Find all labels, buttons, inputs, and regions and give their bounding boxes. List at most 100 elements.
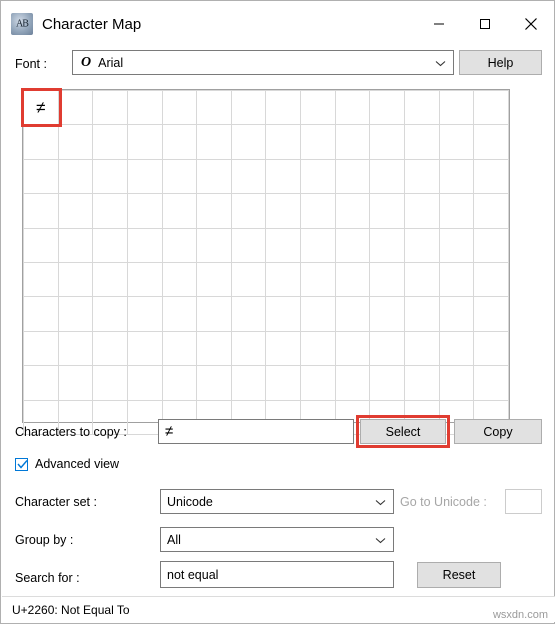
reset-button[interactable]: Reset xyxy=(417,562,501,588)
grid-cell[interactable] xyxy=(438,193,475,229)
grid-cell[interactable] xyxy=(57,89,94,126)
grid-cell[interactable] xyxy=(473,227,509,263)
group-by-combobox[interactable]: All xyxy=(160,527,394,552)
grid-cell[interactable] xyxy=(265,261,302,298)
select-button[interactable]: Select xyxy=(360,419,446,444)
grid-cell[interactable] xyxy=(230,158,267,195)
grid-cell[interactable] xyxy=(57,330,94,367)
grid-cell[interactable] xyxy=(369,261,406,298)
character-grid[interactable]: ≠ xyxy=(22,89,510,435)
grid-cell[interactable] xyxy=(196,296,232,332)
grid-cell[interactable] xyxy=(230,365,267,401)
grid-cell[interactable] xyxy=(126,365,163,401)
grid-cell[interactable] xyxy=(23,158,59,195)
grid-cell[interactable] xyxy=(438,365,475,401)
grid-cell[interactable] xyxy=(57,158,94,195)
grid-cell[interactable] xyxy=(23,261,59,298)
grid-cell[interactable] xyxy=(404,296,440,332)
grid-cell[interactable] xyxy=(23,365,59,401)
grid-cell[interactable] xyxy=(196,193,232,229)
character-set-combobox[interactable]: Unicode xyxy=(160,489,394,514)
grid-cell[interactable] xyxy=(473,261,509,298)
grid-cell[interactable] xyxy=(126,158,163,195)
grid-cell[interactable] xyxy=(369,227,406,263)
grid-cell[interactable] xyxy=(196,227,232,263)
grid-cell[interactable] xyxy=(196,124,232,160)
grid-cell[interactable] xyxy=(404,193,440,229)
grid-cell[interactable] xyxy=(161,193,198,229)
grid-cell[interactable] xyxy=(126,296,163,332)
grid-cell[interactable] xyxy=(92,124,128,160)
advanced-view-checkbox[interactable] xyxy=(15,457,28,471)
grid-cell[interactable] xyxy=(404,365,440,401)
grid-cell[interactable] xyxy=(161,89,198,126)
grid-cell[interactable] xyxy=(161,124,198,160)
copy-button[interactable]: Copy xyxy=(454,419,542,444)
grid-cell[interactable] xyxy=(23,193,59,229)
grid-cell[interactable] xyxy=(473,124,509,160)
grid-cell[interactable] xyxy=(126,399,163,435)
grid-cell[interactable] xyxy=(334,89,371,126)
grid-cell[interactable] xyxy=(369,365,406,401)
grid-cell[interactable] xyxy=(23,296,59,332)
minimize-icon[interactable] xyxy=(416,1,462,47)
grid-cell[interactable] xyxy=(126,124,163,160)
grid-cell[interactable] xyxy=(230,227,267,263)
grid-cell[interactable] xyxy=(334,193,371,229)
grid-cell[interactable] xyxy=(369,89,406,126)
grid-cell[interactable] xyxy=(126,330,163,367)
help-button[interactable]: Help xyxy=(459,50,542,75)
grid-cell[interactable] xyxy=(334,158,371,195)
characters-to-copy-input[interactable]: ≠ xyxy=(158,419,354,444)
grid-cell[interactable] xyxy=(369,193,406,229)
grid-cell[interactable] xyxy=(57,124,94,160)
grid-cell[interactable] xyxy=(300,296,336,332)
grid-cell[interactable] xyxy=(404,330,440,367)
grid-cell[interactable] xyxy=(92,158,128,195)
grid-cell[interactable] xyxy=(161,330,198,367)
grid-cell[interactable] xyxy=(57,261,94,298)
grid-cell[interactable] xyxy=(369,296,406,332)
grid-cell[interactable] xyxy=(57,193,94,229)
grid-cell[interactable] xyxy=(161,261,198,298)
maximize-icon[interactable] xyxy=(462,1,508,47)
grid-cell[interactable] xyxy=(438,124,475,160)
grid-cell[interactable] xyxy=(438,296,475,332)
grid-cell[interactable] xyxy=(300,261,336,298)
grid-cell[interactable] xyxy=(473,158,509,195)
grid-cell[interactable] xyxy=(438,158,475,195)
grid-cell[interactable] xyxy=(334,330,371,367)
grid-cell[interactable] xyxy=(196,365,232,401)
grid-cell[interactable] xyxy=(369,158,406,195)
grid-cell[interactable] xyxy=(57,365,94,401)
grid-cell[interactable] xyxy=(265,158,302,195)
grid-cell[interactable] xyxy=(438,227,475,263)
grid-cell[interactable] xyxy=(404,261,440,298)
grid-cell[interactable] xyxy=(334,365,371,401)
grid-cell[interactable] xyxy=(300,193,336,229)
grid-cell[interactable] xyxy=(23,124,59,160)
grid-cell[interactable] xyxy=(230,330,267,367)
grid-cell[interactable] xyxy=(161,227,198,263)
grid-cell[interactable] xyxy=(57,227,94,263)
grid-cell[interactable] xyxy=(265,124,302,160)
grid-cell[interactable] xyxy=(230,89,267,126)
grid-cell[interactable] xyxy=(161,365,198,401)
grid-cell[interactable] xyxy=(92,193,128,229)
grid-cell[interactable] xyxy=(23,227,59,263)
grid-cell[interactable] xyxy=(438,261,475,298)
grid-cell[interactable] xyxy=(300,158,336,195)
grid-cell[interactable] xyxy=(196,330,232,367)
grid-cell[interactable] xyxy=(196,261,232,298)
grid-cell[interactable] xyxy=(265,193,302,229)
grid-cell[interactable] xyxy=(473,193,509,229)
grid-cell[interactable] xyxy=(473,365,509,401)
grid-cell[interactable] xyxy=(92,261,128,298)
grid-cell[interactable] xyxy=(438,330,475,367)
grid-cell[interactable] xyxy=(92,227,128,263)
grid-cell[interactable] xyxy=(196,89,232,126)
grid-cell[interactable] xyxy=(334,227,371,263)
grid-cell[interactable] xyxy=(438,89,475,126)
grid-cell[interactable] xyxy=(404,158,440,195)
close-icon[interactable] xyxy=(508,1,554,47)
